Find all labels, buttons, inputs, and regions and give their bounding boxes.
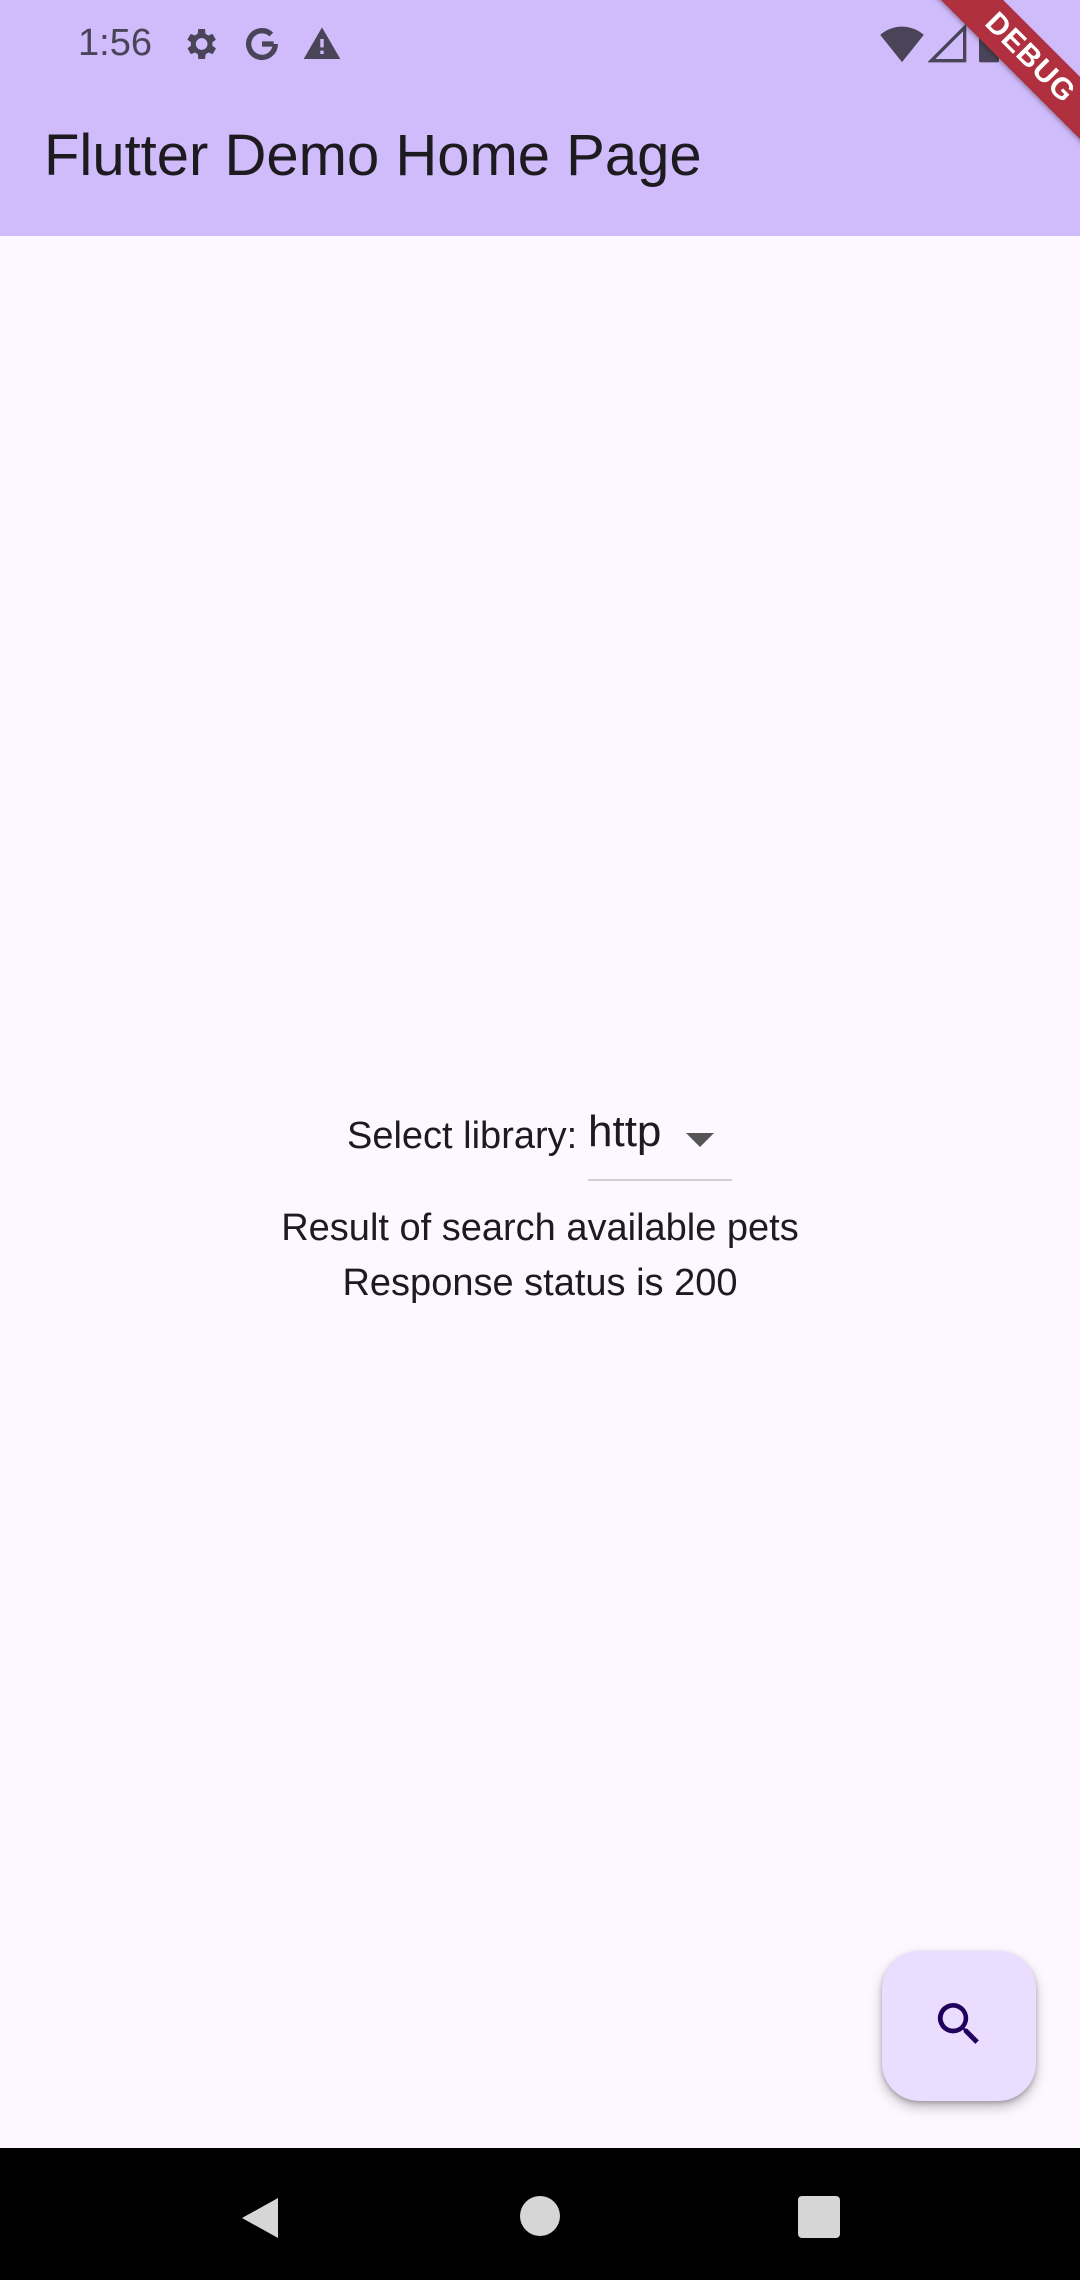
response-status-text: Response status is 200 — [342, 1262, 738, 1304]
status-time: 1:56 — [78, 22, 152, 64]
page-title: Flutter Demo Home Page — [44, 123, 702, 188]
library-dropdown[interactable]: http — [588, 1105, 732, 1181]
settings-icon — [180, 24, 220, 64]
search-icon — [931, 1996, 987, 2057]
recents-icon[interactable] — [798, 2196, 840, 2243]
result-title: Result of search available pets — [281, 1207, 799, 1249]
navigation-bar — [0, 2148, 1080, 2280]
status-bar: 1:56 — [0, 0, 1080, 88]
home-icon[interactable] — [518, 2194, 562, 2243]
select-library-label: Select library: — [347, 1115, 578, 1157]
app-bar: Flutter Demo Home Page — [0, 88, 1080, 236]
back-icon[interactable] — [238, 2194, 282, 2247]
google-icon — [242, 24, 282, 64]
signal-icon — [927, 23, 968, 64]
screen: 1:56 Flutter Demo Home Page DEBUG Select… — [0, 0, 1080, 2280]
battery-icon — [976, 24, 1002, 64]
library-dropdown-value: http — [588, 1107, 662, 1156]
dropdown-arrow-icon — [686, 1133, 714, 1147]
library-selector-row: Select library: http — [0, 1105, 1080, 1181]
search-button[interactable] — [882, 1951, 1036, 2101]
warning-icon — [302, 24, 342, 64]
wifi-icon — [880, 24, 924, 64]
